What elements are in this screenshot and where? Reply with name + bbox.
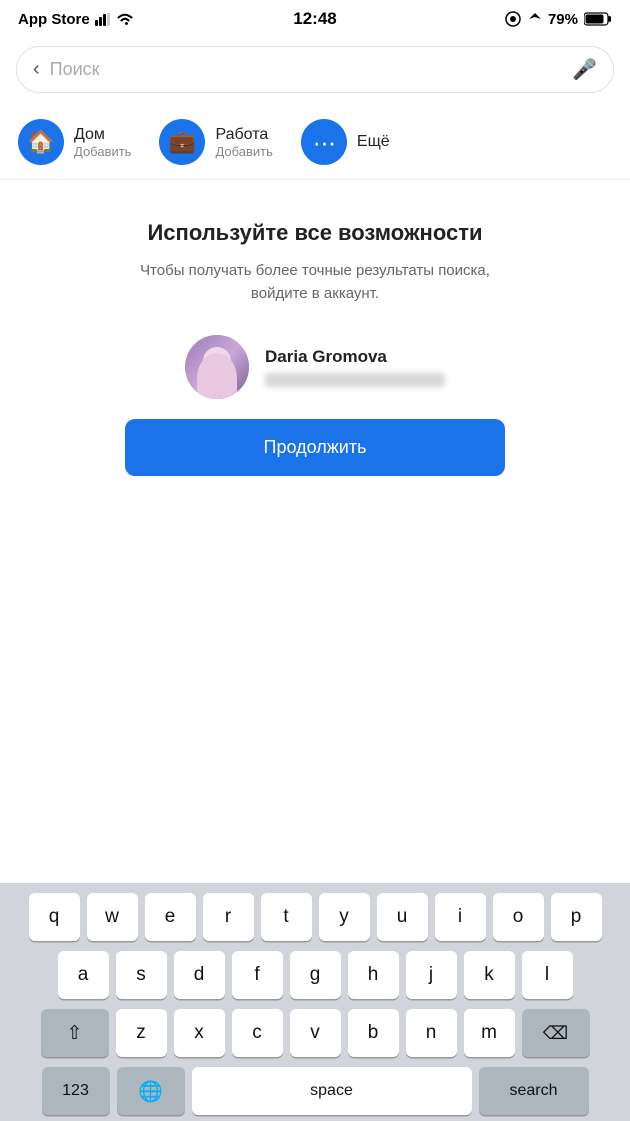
key-i[interactable]: i — [435, 893, 486, 941]
delete-key[interactable]: ⌫ — [522, 1009, 590, 1057]
key-r[interactable]: r — [203, 893, 254, 941]
home-icon: 🏠 — [18, 119, 64, 165]
quick-item-more[interactable]: ··· Ещё — [301, 119, 390, 165]
account-name: Daria Gromova — [265, 347, 387, 367]
battery-icon — [584, 12, 612, 26]
key-g[interactable]: g — [290, 951, 341, 999]
account-info: Daria Gromova — [265, 347, 445, 387]
battery-percent: 79% — [548, 11, 578, 28]
key-y[interactable]: y — [319, 893, 370, 941]
home-sublabel: Добавить — [74, 144, 131, 159]
more-icon: ··· — [301, 119, 347, 165]
search-placeholder[interactable]: Поиск — [50, 59, 562, 80]
carrier-text: App Store — [18, 11, 90, 28]
key-c[interactable]: c — [232, 1009, 283, 1057]
status-bar: App Store 12:48 79% — [0, 0, 630, 36]
account-card: Daria Gromova — [24, 335, 606, 419]
key-l[interactable]: l — [522, 951, 573, 999]
search-key[interactable]: search — [479, 1067, 589, 1115]
signal-icon — [95, 13, 111, 26]
globe-key[interactable]: 🌐 — [117, 1067, 185, 1115]
shift-key[interactable]: ⇧ — [41, 1009, 109, 1057]
key-h[interactable]: h — [348, 951, 399, 999]
quick-item-work[interactable]: 💼 Работа Добавить — [159, 119, 272, 165]
time-display: 12:48 — [293, 9, 336, 29]
location-icon — [528, 12, 542, 26]
work-icon: 💼 — [159, 119, 205, 165]
key-o[interactable]: o — [493, 893, 544, 941]
key-q[interactable]: q — [29, 893, 80, 941]
promo-description: Чтобы получать более точные результаты п… — [24, 260, 606, 305]
carrier-signal: App Store — [18, 11, 134, 28]
target-icon — [504, 10, 522, 28]
keyboard-row-3: ⇧ z x c v b n m ⌫ — [4, 1009, 626, 1057]
key-t[interactable]: t — [261, 893, 312, 941]
key-u[interactable]: u — [377, 893, 428, 941]
promo-section: Используйте все возможности Чтобы получа… — [0, 180, 630, 500]
key-v[interactable]: v — [290, 1009, 341, 1057]
search-bar[interactable]: ‹ Поиск 🎤 — [16, 46, 614, 93]
quick-access-row: 🏠 Дом Добавить 💼 Работа Добавить ··· Ещё — [0, 105, 630, 180]
key-b[interactable]: b — [348, 1009, 399, 1057]
key-w[interactable]: w — [87, 893, 138, 941]
quick-item-home[interactable]: 🏠 Дом Добавить — [18, 119, 131, 165]
keyboard-row-1: q w e r t y u i o p — [4, 893, 626, 941]
promo-title: Используйте все возможности — [24, 220, 606, 246]
key-m[interactable]: m — [464, 1009, 515, 1057]
key-n[interactable]: n — [406, 1009, 457, 1057]
microphone-icon[interactable]: 🎤 — [572, 57, 597, 82]
key-p[interactable]: p — [551, 893, 602, 941]
key-s[interactable]: s — [116, 951, 167, 999]
key-a[interactable]: a — [58, 951, 109, 999]
wifi-icon — [116, 13, 134, 26]
key-j[interactable]: j — [406, 951, 457, 999]
space-key[interactable]: space — [192, 1067, 472, 1115]
more-label: Ещё — [357, 133, 390, 151]
key-e[interactable]: e — [145, 893, 196, 941]
key-f[interactable]: f — [232, 951, 283, 999]
num-key[interactable]: 123 — [42, 1067, 110, 1115]
keyboard-row-4: 123 🌐 space search — [4, 1067, 626, 1115]
work-label: Работа — [215, 126, 272, 144]
back-button[interactable]: ‹ — [33, 58, 40, 81]
work-sublabel: Добавить — [215, 144, 272, 159]
home-label: Дом — [74, 126, 131, 144]
key-d[interactable]: d — [174, 951, 225, 999]
account-email — [265, 373, 445, 387]
key-x[interactable]: x — [174, 1009, 225, 1057]
keyboard: q w e r t y u i o p a s d f g h j k l ⇧ … — [0, 883, 630, 1121]
continue-button[interactable]: Продолжить — [125, 419, 505, 476]
keyboard-row-2: a s d f g h j k l — [4, 951, 626, 999]
key-k[interactable]: k — [464, 951, 515, 999]
key-z[interactable]: z — [116, 1009, 167, 1057]
status-right: 79% — [504, 10, 612, 28]
avatar — [185, 335, 249, 399]
search-bar-container: ‹ Поиск 🎤 — [0, 36, 630, 105]
